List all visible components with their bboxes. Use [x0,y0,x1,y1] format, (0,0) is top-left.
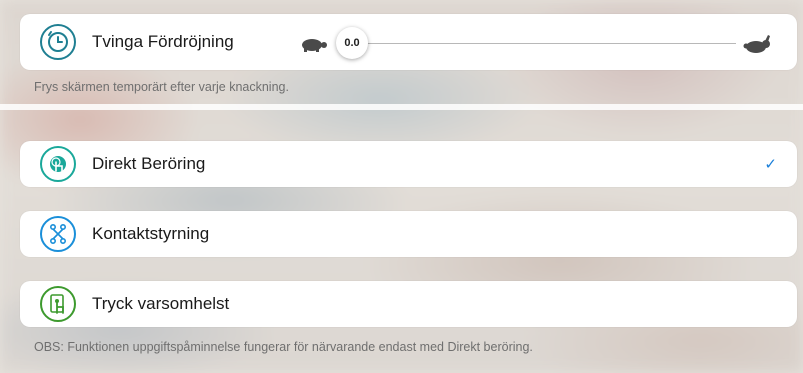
section-divider [0,104,803,110]
mode-option-tap-anywhere[interactable]: Tryck varsomhelst [20,281,797,327]
mode-label: Direkt Beröring [92,154,206,173]
clock-icon [40,24,76,60]
force-delay-title: Tvinga Fördröjning [92,32,234,51]
mode-label: Kontaktstyrning [92,224,210,243]
checkmark-icon: ✓ [764,156,777,173]
delay-slider[interactable]: 0.0 [336,26,736,60]
slider-value: 0.0 [344,37,360,49]
turtle-icon [298,36,328,57]
mode-option-direct-touch[interactable]: Direkt Beröring ✓ [20,141,797,187]
footer-note: OBS: Funktionen uppgiftspåminnelse funge… [34,340,533,354]
force-delay-card: Tvinga Fördröjning 0.0 [20,14,797,70]
tap-anywhere-icon [40,286,76,322]
rabbit-icon [743,34,773,59]
slider-track [352,43,736,44]
mode-option-switch-control[interactable]: Kontaktstyrning [20,211,797,257]
force-delay-description: Frys skärmen temporärt efter varje knack… [34,80,289,94]
switch-control-icon [40,216,76,252]
slider-thumb[interactable]: 0.0 [336,27,368,59]
mode-label: Tryck varsomhelst [92,294,230,313]
touch-icon [40,146,76,182]
